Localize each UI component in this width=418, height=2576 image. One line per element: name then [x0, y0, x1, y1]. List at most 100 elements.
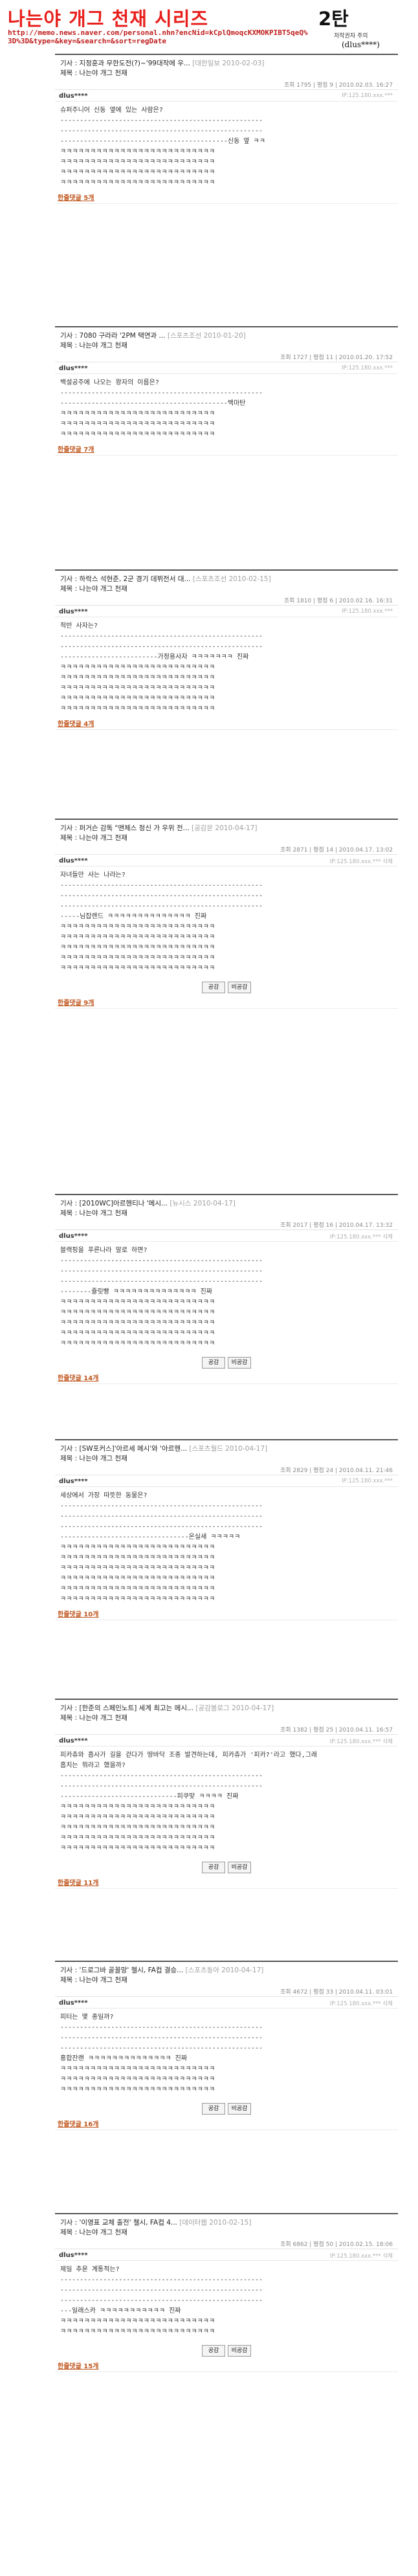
post-line: 홍합잔랜 ㅋㅋㅋㅋㅋㅋㅋㅋㅋㅋㅋㅋㅋㅋ 진짜 — [60, 2055, 188, 2062]
agree-button[interactable]: 공감 — [202, 1862, 225, 1873]
post-line: ㅋㅋㅋㅋㅋㅋㅋㅋㅋㅋㅋㅋㅋㅋㅋㅋㅋㅋㅋㅋㅋㅋㅋㅋㅋㅋ — [60, 944, 215, 951]
writer-id[interactable]: dlus**** — [59, 1233, 88, 1240]
article-meta: 기사 : 하락스 석현준, 2군 경기 데뷔전서 대... [스포츠조선 201… — [55, 571, 398, 597]
post-line: ----------------------------------------… — [60, 1257, 263, 1264]
post-subject: 제목 : 나는야 개그 천재 — [60, 1209, 127, 1217]
post-line: ㅋㅋㅋㅋㅋㅋㅋㅋㅋㅋㅋㅋㅋㅋㅋㅋㅋㅋㅋㅋㅋㅋㅋㅋㅋㅋ — [60, 1845, 215, 1852]
reply-count-link[interactable]: 한줄댓글 15개 — [58, 2361, 98, 2370]
reply-bar: 한줄댓글 4개 — [55, 718, 398, 730]
post-line: ----------------------------------------… — [60, 138, 265, 145]
post-line: ----------------------------------------… — [60, 2045, 263, 2052]
disagree-button[interactable]: 비공감 — [228, 1862, 251, 1873]
agree-button[interactable]: 공감 — [202, 2345, 225, 2357]
post-line: ----------------------------------------… — [60, 2024, 263, 2031]
ip-address: IP:125.180.xxx.*** 삭제 — [329, 2253, 393, 2260]
ip-address: IP:125.180.xxx.*** 삭제 — [329, 1234, 393, 1240]
vote-buttons: 공감 비공감 — [55, 1862, 398, 1877]
post-author-bar: dlus**** IP:125.180.xxx.*** 삭제 — [55, 1735, 398, 1746]
post-line: ㅋㅋㅋㅋㅋㅋㅋㅋㅋㅋㅋㅋㅋㅋㅋㅋㅋㅋㅋㅋㅋㅋㅋㅋㅋㅋ — [60, 1834, 215, 1842]
disagree-button[interactable]: 비공감 — [228, 2345, 251, 2357]
post-body: 블랙핑을 푸른나라 말로 하면? ------------------------… — [55, 1242, 398, 1353]
writer-id[interactable]: dlus**** — [59, 365, 88, 372]
post-line: ㅋㅋㅋㅋㅋㅋㅋㅋㅋㅋㅋㅋㅋㅋㅋㅋㅋㅋㅋㅋㅋㅋㅋㅋㅋㅋ — [60, 1309, 215, 1316]
article-meta: 기사 : [2010WC]아르헨티나 '메시... [뉴시스 2010-04-1… — [55, 1195, 398, 1221]
article-meta: 기사 : 7080 구라라 '2PM 택연과 ... [스포츠조선 2010-0… — [55, 327, 398, 353]
post-author-bar: dlus**** IP:125.180.xxx.*** 삭제 — [55, 2249, 398, 2261]
post-subject: 제목 : 나는야 개그 천재 — [60, 834, 127, 842]
post-line: ----------------------------------------… — [60, 633, 263, 640]
post-line: ------------------------------피쿠맞 ㅋㅋㅋㅋ 진… — [60, 1793, 239, 1800]
post-line: ㅋㅋㅋㅋㅋㅋㅋㅋㅋㅋㅋㅋㅋㅋㅋㅋㅋㅋㅋㅋㅋㅋㅋㅋㅋㅋ — [60, 159, 215, 166]
reply-bar: 한줄댓글 16개 — [55, 2119, 398, 2130]
post-stats: 조회 2871 | 평점 14 | 2010.04.17. 13:02 — [55, 846, 398, 855]
reply-count-link[interactable]: 한줄댓글 9개 — [58, 997, 94, 1007]
post-line: ----------------------------------------… — [60, 643, 263, 650]
article-link[interactable]: 기사 : 퍼거슨 감독 "맨체스 정신 가 우위 전... — [60, 824, 190, 832]
author-id: (dlus****) — [342, 40, 380, 49]
post-line: ㅋㅋㅋㅋㅋㅋㅋㅋㅋㅋㅋㅋㅋㅋㅋㅋㅋㅋㅋㅋㅋㅋㅋㅋㅋㅋ — [60, 1803, 215, 1811]
post-line: 적반 사자는? — [60, 622, 98, 630]
article-source: [스포츠조선 2010-01-20] — [167, 332, 246, 340]
post-stats: 조회 2829 | 평점 24 | 2010.04.11. 21:46 — [55, 1466, 398, 1475]
article-link[interactable]: 기사 : 하락스 석현준, 2군 경기 데뷔전서 대... — [60, 575, 191, 583]
post-line: ㅋㅋㅋㅋㅋㅋㅋㅋㅋㅋㅋㅋㅋㅋㅋㅋㅋㅋㅋㅋㅋㅋㅋㅋㅋㅋ — [60, 1319, 215, 1327]
article-link[interactable]: 기사 : 지정훈과 무한도전(?)~'99대작에 우... — [60, 60, 190, 67]
post-author-bar: dlus**** IP:125.180.xxx.*** 삭제 — [55, 1230, 398, 1242]
agree-button[interactable]: 공감 — [202, 982, 225, 993]
post-line: ---일래스카 ㅋㅋㅋㅋㅋㅋㅋㅋㅋㅋㅋ 진짜 — [60, 2307, 181, 2315]
comment-card: 기사 : 지정훈과 무한도전(?)~'99대작에 우... [대한일보 2010… — [55, 54, 398, 325]
reply-count-link[interactable]: 한줄댓글 4개 — [58, 718, 94, 728]
reply-count-link[interactable]: 한줄댓글 16개 — [58, 2119, 98, 2128]
post-line: ㅋㅋㅋㅋㅋㅋㅋㅋㅋㅋㅋㅋㅋㅋㅋㅋㅋㅋㅋㅋㅋㅋㅋㅋㅋㅋ — [60, 1554, 215, 1561]
comment-card: 기사 : 퍼거슨 감독 "맨체스 정신 가 우위 전... [공감문 2010-… — [55, 819, 398, 1187]
writer-id[interactable]: dlus**** — [59, 2252, 88, 2259]
post-line: 세상에서 가장 따뜻한 동물은? — [60, 1492, 148, 1499]
post-line: ----------------------------------------… — [60, 1772, 263, 1779]
article-link[interactable]: 기사 : [한준의 스페인노트] 세계 최고는 메시... — [60, 1704, 193, 1712]
post-line: ㅋㅋㅋㅋㅋㅋㅋㅋㅋㅋㅋㅋㅋㅋㅋㅋㅋㅋㅋㅋㅋㅋㅋㅋㅋㅋ — [60, 1565, 215, 1572]
reply-count-link[interactable]: 한줄댓글 11개 — [58, 1877, 98, 1887]
comment-card: 기사 : [2010WC]아르헨티나 '메시... [뉴시스 2010-04-1… — [55, 1194, 398, 1433]
article-link[interactable]: 기사 : 7080 구라라 '2PM 택연과 ... — [60, 332, 166, 340]
post-line: ----------------------------------------… — [60, 892, 263, 899]
agree-button[interactable]: 공감 — [202, 2103, 225, 2115]
post-line: 흡치는 뭐라고 했을까? — [60, 1762, 126, 1769]
article-link[interactable]: 기사 : [SW포커스]'아르세 메시'와 '아르헨... — [60, 1445, 187, 1453]
disagree-button[interactable]: 비공감 — [228, 1357, 251, 1369]
reply-count-link[interactable]: 한줄댓글 10개 — [58, 1609, 98, 1618]
reply-count-link[interactable]: 한줄댓글 5개 — [58, 192, 94, 202]
post-line: -------------------------가정용사자 ㅋㅋㅋㅋㅋㅋㅋ 진… — [60, 654, 249, 661]
post-author-bar: dlus**** IP:125.180.xxx.*** — [55, 1475, 398, 1487]
vote-buttons: 공감 비공감 — [55, 1357, 398, 1372]
ip-address: IP:125.180.xxx.*** — [342, 93, 393, 99]
article-link[interactable]: 기사 : '드로그바 골꼴망' 첼시, FA컵 결승... — [60, 1966, 183, 1974]
source-url[interactable]: http://memo.news.naver.com/personal.nhn?… — [8, 28, 312, 45]
post-line: ㅋㅋㅋㅋㅋㅋㅋㅋㅋㅋㅋㅋㅋㅋㅋㅋㅋㅋㅋㅋㅋㅋㅋㅋㅋㅋ — [60, 169, 215, 176]
disagree-button[interactable]: 비공감 — [228, 2103, 251, 2115]
post-line: ㅋㅋㅋㅋㅋㅋㅋㅋㅋㅋㅋㅋㅋㅋㅋㅋㅋㅋㅋㅋㅋㅋㅋㅋㅋㅋ — [60, 1340, 215, 1347]
writer-id[interactable]: dlus**** — [59, 93, 88, 100]
article-link[interactable]: 기사 : '이영표 교체 출전' 첼시, FA컵 4... — [60, 2219, 177, 2227]
comment-card: 기사 : 7080 구라라 '2PM 택연과 ... [스포츠조선 2010-0… — [55, 326, 398, 567]
writer-id[interactable]: dlus**** — [59, 1999, 88, 2007]
writer-id[interactable]: dlus**** — [59, 608, 88, 615]
post-body: 자녀들만 사는 나라는? ----------------------------… — [55, 866, 398, 978]
post-body: 백설공주에 나오는 왕자의 이름은? ----------------------… — [55, 374, 398, 444]
writer-id[interactable]: dlus**** — [59, 1478, 88, 1485]
reply-bar: 한줄댓글 11개 — [55, 1877, 398, 1889]
reply-count-link[interactable]: 한줄댓글 7개 — [58, 444, 94, 454]
article-source: [스포츠월드 2010-04-17] — [189, 1445, 268, 1453]
post-line: ㅋㅋㅋㅋㅋㅋㅋㅋㅋㅋㅋㅋㅋㅋㅋㅋㅋㅋㅋㅋㅋㅋㅋㅋㅋㅋ — [60, 954, 215, 962]
article-link[interactable]: 기사 : [2010WC]아르헨티나 '메시... — [60, 1200, 168, 1207]
post-stats: 조회 4672 | 평점 33 | 2010.04.11. 03:01 — [55, 1988, 398, 1997]
reply-count-link[interactable]: 한줄댓글 14개 — [58, 1372, 98, 1382]
disagree-button[interactable]: 비공감 — [228, 982, 251, 993]
post-line: 피카츄와 흡사가 길을 걷다가 땅바닥 조종 발견하는데, 피카츄가 '피카?'… — [60, 1752, 318, 1759]
writer-id[interactable]: dlus**** — [59, 857, 88, 864]
post-stats: 조회 1810 | 평점 6 | 2010.02.16. 16:31 — [55, 597, 398, 606]
article-source: [공감블로그 2010-04-17] — [195, 1704, 274, 1712]
agree-button[interactable]: 공감 — [202, 1357, 225, 1369]
writer-id[interactable]: dlus**** — [59, 1737, 88, 1745]
post-line: ㅋㅋㅋㅋㅋㅋㅋㅋㅋㅋㅋㅋㅋㅋㅋㅋㅋㅋㅋㅋㅋㅋㅋㅋㅋㅋ — [60, 1585, 215, 1592]
post-body: 피카츄와 흡사가 길을 걷다가 땅바닥 조종 발견하는데, 피카츄가 '피카?'… — [55, 1746, 398, 1858]
